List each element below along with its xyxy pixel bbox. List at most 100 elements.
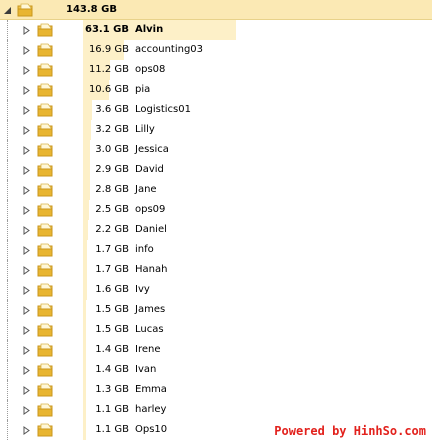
folder-icon — [37, 401, 53, 419]
folder-size: 1.6 GB — [95, 284, 129, 295]
root-size: 143.8 GB — [66, 4, 117, 15]
folder-row[interactable]: 1.3 GB Emma — [0, 380, 432, 400]
folder-name: Alvin — [135, 24, 164, 35]
folder-row[interactable]: 2.2 GB Daniel — [0, 220, 432, 240]
expand-icon[interactable] — [21, 300, 31, 320]
folder-name: Ivy — [135, 284, 150, 295]
folder-name: info — [135, 244, 154, 255]
folder-row[interactable]: 2.8 GB Jane — [0, 180, 432, 200]
folder-size: 2.8 GB — [95, 184, 129, 195]
folder-icon — [37, 421, 53, 439]
folder-size: 3.6 GB — [95, 104, 129, 115]
folder-icon — [37, 301, 53, 319]
folder-size: 3.2 GB — [95, 124, 129, 135]
folder-row[interactable]: 2.5 GB ops09 — [0, 200, 432, 220]
folder-row[interactable]: 1.1 GB harley — [0, 400, 432, 420]
folder-row[interactable]: 2.9 GB David — [0, 160, 432, 180]
folder-row[interactable]: 3.6 GB Logistics01 — [0, 100, 432, 120]
expand-icon[interactable] — [21, 240, 31, 260]
folder-row[interactable]: 1.7 GB Hanah — [0, 260, 432, 280]
folder-name: pia — [135, 84, 151, 95]
folder-name: Jane — [135, 184, 157, 195]
folder-name: Ops10 — [135, 424, 168, 435]
tree-guide-line — [7, 360, 11, 380]
folder-icon — [37, 261, 53, 279]
tree-guide-line — [7, 320, 11, 340]
expand-icon[interactable] — [21, 320, 31, 340]
expand-icon[interactable] — [21, 80, 31, 100]
expand-icon[interactable] — [21, 100, 31, 120]
folder-icon — [37, 21, 53, 39]
folder-icon — [37, 61, 53, 79]
tree-guide-line — [7, 280, 11, 300]
folder-icon — [37, 141, 53, 159]
folder-name: James — [135, 304, 166, 315]
expand-icon[interactable] — [21, 360, 31, 380]
folder-row[interactable]: 1.6 GB Ivy — [0, 280, 432, 300]
folder-size: 63.1 GB — [85, 24, 129, 35]
folder-name: Emma — [135, 384, 167, 395]
expand-icon[interactable] — [21, 140, 31, 160]
expand-icon[interactable] — [21, 340, 31, 360]
folder-icon — [37, 281, 53, 299]
folder-name: Daniel — [135, 224, 167, 235]
root-folder-row[interactable]: 143.8 GB — [0, 0, 432, 20]
tree-guide-line — [7, 420, 11, 440]
expand-icon[interactable] — [21, 200, 31, 220]
expand-icon[interactable] — [21, 160, 31, 180]
folder-size: 2.9 GB — [95, 164, 129, 175]
folder-name: Lucas — [135, 324, 164, 335]
expand-icon[interactable] — [21, 380, 31, 400]
expand-icon[interactable] — [21, 220, 31, 240]
expand-icon[interactable] — [21, 40, 31, 60]
folder-name: Hanah — [135, 264, 168, 275]
folder-row[interactable]: 3.0 GB Jessica — [0, 140, 432, 160]
watermark: Powered by HinhSo.com — [274, 424, 426, 438]
folder-size: 1.5 GB — [95, 324, 129, 335]
folder-size: 1.4 GB — [95, 344, 129, 355]
tree-guide-line — [7, 180, 11, 200]
tree-guide-line — [7, 380, 11, 400]
folder-row[interactable]: 1.4 GB Ivan — [0, 360, 432, 380]
expand-icon[interactable] — [21, 420, 31, 440]
tree-guide-line — [7, 340, 11, 360]
folder-row[interactable]: 1.4 GB Irene — [0, 340, 432, 360]
tree-guide-line — [7, 220, 11, 240]
folder-row[interactable]: 11.2 GB ops08 — [0, 60, 432, 80]
folder-name: Irene — [135, 344, 161, 355]
folder-row[interactable]: 1.5 GB Lucas — [0, 320, 432, 340]
folder-name: Jessica — [135, 144, 169, 155]
tree-guide-line — [7, 80, 11, 100]
tree-guide-line — [7, 400, 11, 420]
folder-row[interactable]: 3.2 GB Lilly — [0, 120, 432, 140]
tree-guide-line — [7, 140, 11, 160]
folder-icon — [37, 41, 53, 59]
expand-icon[interactable] — [21, 280, 31, 300]
folder-size: 1.7 GB — [95, 244, 129, 255]
folder-icon — [17, 1, 33, 19]
folder-row[interactable]: 63.1 GB Alvin — [0, 20, 432, 40]
folder-row[interactable]: 16.9 GB accounting03 — [0, 40, 432, 60]
tree-guide-line — [7, 300, 11, 320]
folder-size: 1.1 GB — [95, 404, 129, 415]
folder-icon — [37, 181, 53, 199]
expand-icon[interactable] — [21, 180, 31, 200]
tree-guide-line — [7, 40, 11, 60]
folder-size: 1.1 GB — [95, 424, 129, 435]
expand-icon[interactable] — [21, 20, 31, 40]
expand-icon[interactable] — [21, 120, 31, 140]
expand-icon[interactable] — [21, 260, 31, 280]
folder-size: 2.2 GB — [95, 224, 129, 235]
tree-guide-line — [7, 120, 11, 140]
tree-guide-line — [7, 240, 11, 260]
folder-name: ops09 — [135, 204, 166, 215]
collapse-icon[interactable] — [2, 0, 12, 20]
expand-icon[interactable] — [21, 400, 31, 420]
tree-guide-line — [7, 160, 11, 180]
folder-size: 1.5 GB — [95, 304, 129, 315]
folder-row[interactable]: 1.7 GB info — [0, 240, 432, 260]
tree-guide-line — [7, 260, 11, 280]
folder-row[interactable]: 1.5 GB James — [0, 300, 432, 320]
folder-row[interactable]: 10.6 GB pia — [0, 80, 432, 100]
expand-icon[interactable] — [21, 60, 31, 80]
